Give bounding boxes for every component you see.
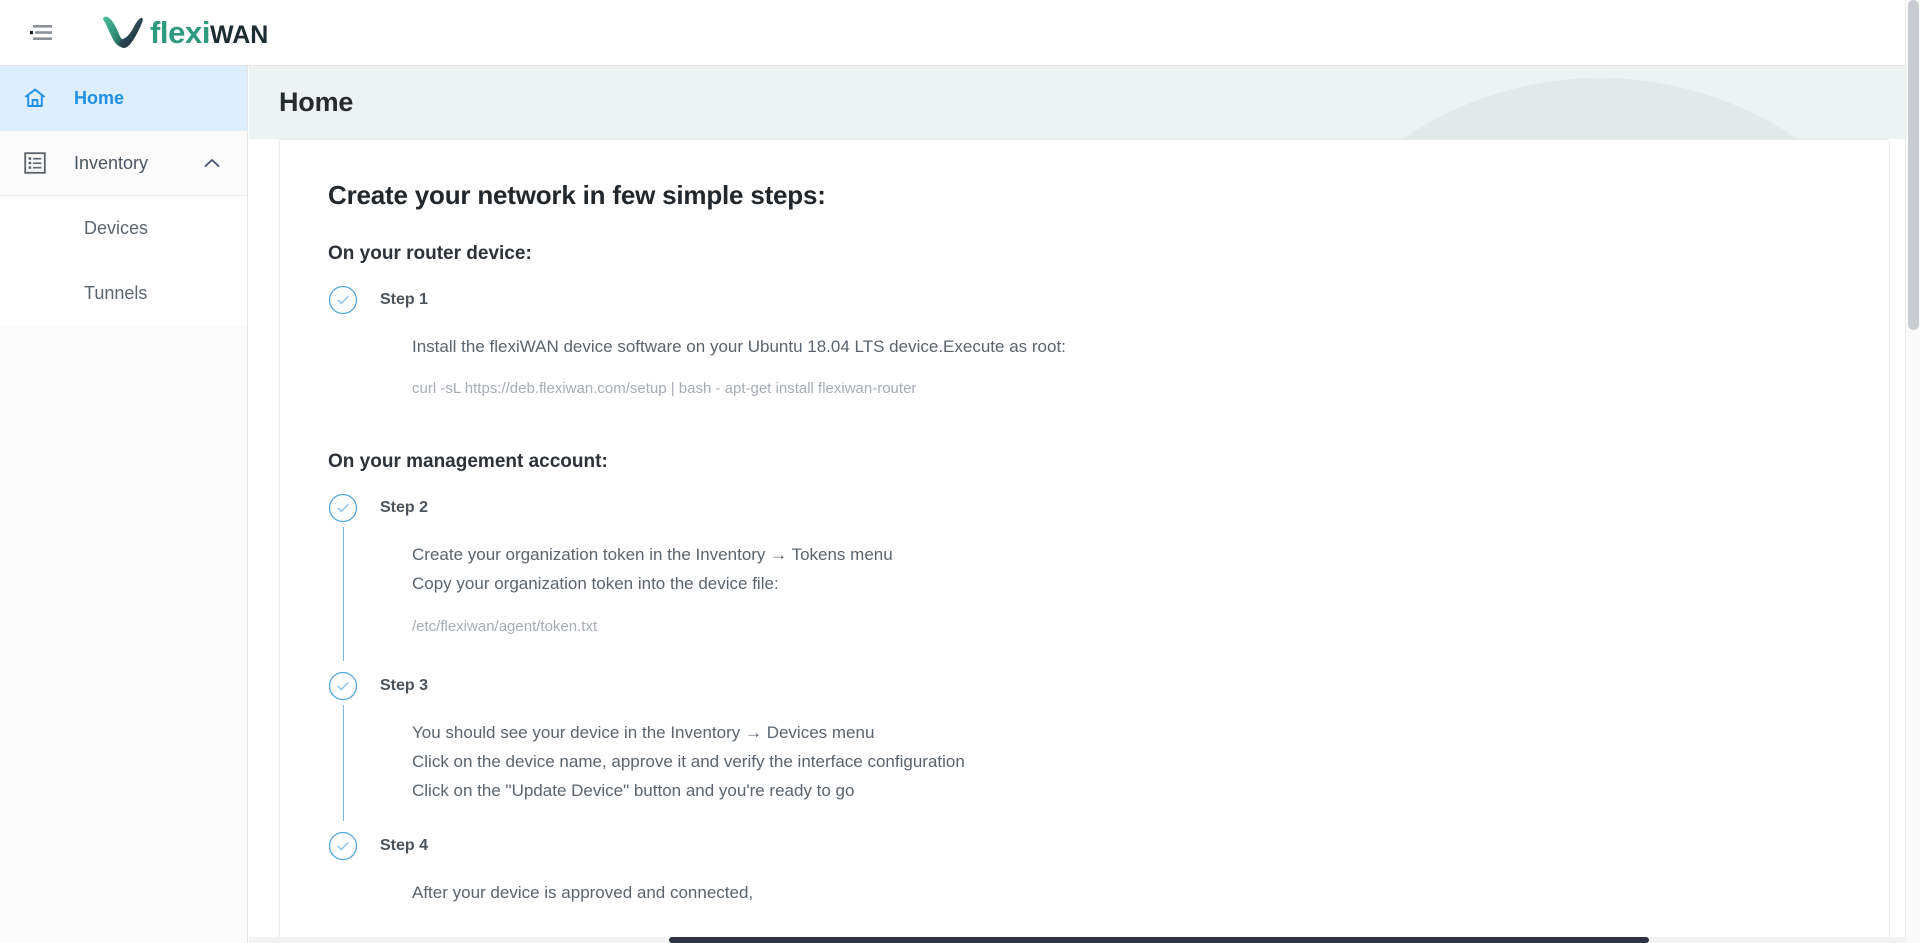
step-4-line-1: After your device is approved and connec… [412,883,754,903]
main-content: Home Create your network in few simple s… [249,66,1920,943]
sidebar-subitem-devices-label: Devices [84,218,149,238]
list-box-icon [20,148,50,178]
section-management-account-heading: On your management account: [328,451,608,473]
step-3-line-3: Click on the "Update Device" button and … [412,781,855,801]
step-check-circle-icon [328,831,358,861]
sidebar-item-home-label: Home [74,87,125,108]
sidebar-item-home[interactable]: Home [0,66,247,131]
step-3-label: Step 3 [380,676,429,694]
home-icon [20,83,50,113]
page-header: Home [249,66,1920,139]
sidebar-subitem-tunnels-label: Tunnels [84,283,148,303]
section-router-device: On your router device: Step 1 Install th… [328,243,1841,401]
step-4-head: Step 4 [380,827,1841,865]
step-4-label: Step 4 [380,837,429,855]
step-1-line-1: Install the flexiWAN device software on … [412,337,1066,356]
step-4: Step 4 After your device is approved and… [328,827,1841,907]
brand-text-secondary: WAN [210,21,269,49]
chevron-up-icon[interactable] [203,154,221,172]
step-1-body: Install the flexiWAN device software on … [380,319,1841,401]
step-1: Step 1 Install the flexiWAN device softw… [328,281,1841,401]
step-1-head: Step 1 [380,281,1841,319]
step-3: Step 3 You should see your device in the… [328,667,1841,828]
vertical-scrollbar-thumb[interactable] [1908,0,1919,330]
step-check-circle-icon [328,493,358,523]
step-3-line-2: Click on the device name, approve it and… [412,751,965,771]
brand-text-primary: flexi [150,15,211,50]
step-3-head: Step 3 [380,667,1841,705]
sidebar-subitem-tunnels[interactable]: Tunnels [0,261,247,326]
step-3-connector-line [343,704,344,822]
step-check-circle-icon [328,671,358,701]
horizontal-scrollbar[interactable] [249,937,1905,943]
step-1-code: curl -sL https://deb.flexiwan.com/setup … [412,380,917,398]
step-2: Step 2 Create your organization token in… [328,489,1841,666]
onboarding-card: Create your network in few simple steps:… [279,139,1890,943]
step-4-body: After your device is approved and connec… [380,865,1841,907]
brand-logo[interactable]: flexiWAN [100,15,268,51]
sidebar: Home Inventory Devices Tunnels [0,66,248,943]
section-management-account: On your management account: Step 2 Creat… [328,451,1841,907]
step-3-line-1: You should see your device in the Invent… [412,722,875,742]
hamburger-menu-icon[interactable] [24,18,58,48]
page-title: Home [279,87,354,117]
step-check-circle-icon [328,285,358,315]
brand-wordmark: flexiWAN [150,17,268,48]
step-2-label: Step 2 [380,499,429,517]
section-router-device-heading: On your router device: [328,243,532,264]
step-1-label: Step 1 [380,291,429,308]
top-bar: flexiWAN [0,0,1920,66]
step-2-line-1: Create your organization token in the In… [412,545,893,565]
sidebar-item-inventory-label: Inventory [74,152,149,173]
step-2-code: /etc/flexiwan/agent/token.txt [412,617,598,635]
hamburger-glyph [30,24,52,40]
sidebar-subitem-devices[interactable]: Devices [0,196,247,261]
horizontal-scrollbar-thumb[interactable] [669,937,1649,943]
step-2-connector-line [343,527,344,661]
step-3-body: You should see your device in the Invent… [380,705,1841,806]
vertical-scrollbar[interactable] [1905,0,1920,943]
step-2-body: Create your organization token in the In… [380,527,1841,638]
sidebar-item-inventory[interactable]: Inventory [0,131,247,196]
flexiwan-mark-icon [103,16,143,48]
step-2-line-2: Copy your organization token into the de… [412,574,779,594]
card-title: Create your network in few simple steps: [328,180,826,210]
step-2-head: Step 2 [380,489,1841,527]
